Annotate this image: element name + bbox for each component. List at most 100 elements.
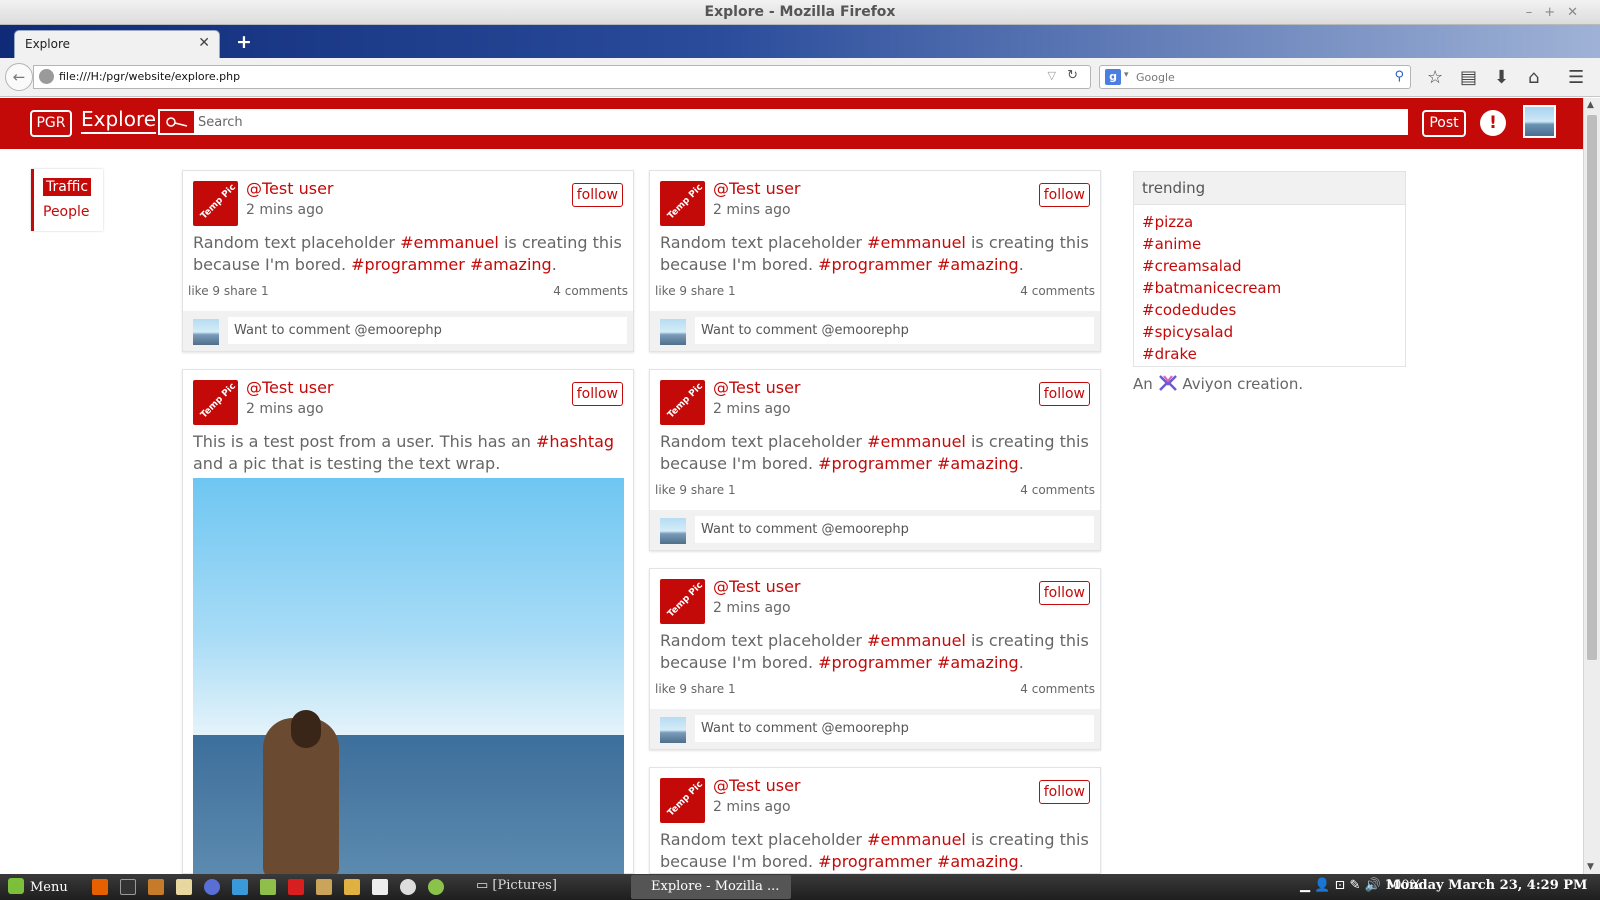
menu-icon[interactable]: ☰ <box>1568 67 1584 88</box>
terminal-launcher-icon[interactable] <box>120 879 136 895</box>
site-search-input[interactable] <box>198 111 1398 133</box>
clock[interactable]: Monday March 23, 4:29 PM <box>1386 878 1587 893</box>
hashtag-link[interactable]: #amazing <box>937 653 1019 672</box>
hashtag-link[interactable]: #amazing <box>937 852 1019 871</box>
share-button[interactable]: share 1 <box>224 284 269 298</box>
post-avatar[interactable]: Temp Pic <box>193 181 238 226</box>
tray-icons[interactable]: ▁ 👤 ⊡ ✎ 🔊 <box>1300 878 1385 893</box>
trending-tag[interactable]: #batmanicecream <box>1142 277 1405 299</box>
page-scrollbar[interactable]: ▲ ▼ <box>1583 98 1600 874</box>
files-launcher-icon[interactable] <box>260 879 276 895</box>
scroll-up-icon[interactable]: ▲ <box>1587 100 1594 110</box>
search-icon[interactable]: ⚲ <box>1394 69 1404 84</box>
home-icon[interactable]: ⌂ <box>1528 67 1539 88</box>
like-button[interactable]: like 9 <box>655 483 687 497</box>
reload-icon[interactable]: ↻ <box>1067 68 1078 83</box>
post-username[interactable]: @Test user <box>713 776 801 795</box>
comment-input[interactable]: Want to comment @emoorephp <box>228 317 627 344</box>
post-button[interactable]: Post <box>1422 110 1466 137</box>
post-avatar[interactable]: Temp Pic <box>660 778 705 823</box>
comment-input[interactable]: Want to comment @emoorephp <box>695 715 1094 742</box>
hashtag-link[interactable]: #emmanuel <box>867 432 966 451</box>
filter-people[interactable]: People <box>43 204 90 220</box>
like-button[interactable]: like 9 <box>655 682 687 696</box>
nav-explore[interactable]: Explore <box>81 108 157 134</box>
taskbar-window-pictures[interactable]: ▭ [Pictures] <box>476 878 557 893</box>
post-avatar[interactable]: Temp Pic <box>193 380 238 425</box>
bookmarks-list-icon[interactable]: ▤ <box>1460 67 1477 88</box>
trending-tag[interactable]: #codedudes <box>1142 299 1405 321</box>
user-avatar[interactable] <box>1523 105 1556 138</box>
follow-button[interactable]: follow <box>571 382 623 406</box>
like-button[interactable]: like 9 <box>655 284 687 298</box>
trending-tag[interactable]: #pizza <box>1142 211 1405 233</box>
app-launcher-icon[interactable] <box>232 879 248 895</box>
search-engine-icon[interactable]: g <box>1105 69 1121 85</box>
hashtag-link[interactable]: #programmer <box>818 852 932 871</box>
site-identity-icon[interactable] <box>39 69 54 84</box>
scrollbar-thumb[interactable] <box>1587 115 1597 660</box>
trending-tag[interactable]: #creamsalad <box>1142 255 1405 277</box>
image-editor-launcher-icon[interactable] <box>344 879 360 895</box>
taskbar-window-explore[interactable]: Explore - Mozilla ... <box>631 875 791 899</box>
post-avatar[interactable]: Temp Pic <box>660 181 705 226</box>
tab-close-icon[interactable]: ✕ <box>198 35 210 51</box>
start-menu-button[interactable]: Menu <box>8 878 68 895</box>
hashtag-link[interactable]: #emmanuel <box>867 830 966 849</box>
comment-input[interactable]: Want to comment @emoorephp <box>695 317 1094 344</box>
like-button[interactable]: like 9 <box>188 284 220 298</box>
comments-link[interactable]: 4 comments <box>1020 682 1095 696</box>
post-username[interactable]: @Test user <box>713 378 801 397</box>
filezilla-launcher-icon[interactable] <box>288 879 304 895</box>
url-history-dropdown-icon[interactable]: ▽ <box>1048 69 1056 82</box>
post-username[interactable]: @Test user <box>246 378 334 397</box>
share-button[interactable]: share 1 <box>691 682 736 696</box>
hashtag-link[interactable]: #amazing <box>937 255 1019 274</box>
hashtag-link[interactable]: #emmanuel <box>867 631 966 650</box>
site-search-box[interactable] <box>158 109 1408 135</box>
app-launcher-icon[interactable] <box>148 879 164 895</box>
notification-icon[interactable]: ! <box>1480 110 1506 136</box>
follow-button[interactable]: follow <box>1038 581 1090 605</box>
hashtag-link[interactable]: #programmer <box>818 653 932 672</box>
follow-button[interactable]: follow <box>1038 183 1090 207</box>
follow-button[interactable]: follow <box>1038 780 1090 804</box>
hashtag-link[interactable]: #emmanuel <box>400 233 499 252</box>
hashtag-link[interactable]: #hashtag <box>536 432 614 451</box>
bookmark-star-icon[interactable]: ☆ <box>1427 67 1443 88</box>
site-logo[interactable]: PGR <box>30 110 72 137</box>
browser-search-placeholder[interactable]: Google <box>1136 71 1175 84</box>
post-avatar[interactable]: Temp Pic <box>660 380 705 425</box>
comments-link[interactable]: 4 comments <box>1020 284 1095 298</box>
back-button[interactable]: ← <box>5 63 33 91</box>
url-text[interactable]: file:///H:/pgr/website/explore.php <box>59 70 240 83</box>
app-launcher-icon[interactable] <box>400 879 416 895</box>
downloads-icon[interactable]: ⬇ <box>1494 67 1509 88</box>
trending-tag[interactable]: #spicysalad <box>1142 321 1405 343</box>
trending-tag[interactable]: #anime <box>1142 233 1405 255</box>
hashtag-link[interactable]: #amazing <box>937 454 1019 473</box>
post-username[interactable]: @Test user <box>713 577 801 596</box>
app-launcher-icon[interactable] <box>428 879 444 895</box>
scroll-down-icon[interactable]: ▼ <box>1587 862 1594 872</box>
trending-tag[interactable]: #drake <box>1142 343 1405 365</box>
share-button[interactable]: share 1 <box>691 483 736 497</box>
url-bar[interactable]: file:///H:/pgr/website/explore.php ▽ ↻ <box>33 65 1091 89</box>
post-photo[interactable] <box>193 478 624 878</box>
share-button[interactable]: share 1 <box>691 284 736 298</box>
post-username[interactable]: @Test user <box>246 179 334 198</box>
search-engine-dropdown-icon[interactable]: ▾ <box>1124 70 1129 80</box>
comments-link[interactable]: 4 comments <box>553 284 628 298</box>
app-launcher-icon[interactable] <box>316 879 332 895</box>
follow-button[interactable]: follow <box>571 183 623 207</box>
hashtag-link[interactable]: #programmer <box>818 454 932 473</box>
hashtag-link[interactable]: #emmanuel <box>867 233 966 252</box>
editor-launcher-icon[interactable] <box>176 879 192 895</box>
browser-search-bar[interactable]: g ▾ Google ⚲ <box>1099 65 1411 89</box>
comments-link[interactable]: 4 comments <box>1020 483 1095 497</box>
new-tab-button[interactable]: + <box>236 31 252 53</box>
browser-tab[interactable]: Explore ✕ <box>14 30 220 58</box>
filter-traffic[interactable]: Traffic <box>43 178 92 196</box>
window-controls[interactable]: –+✕ <box>1526 0 1590 25</box>
document-launcher-icon[interactable] <box>372 879 388 895</box>
